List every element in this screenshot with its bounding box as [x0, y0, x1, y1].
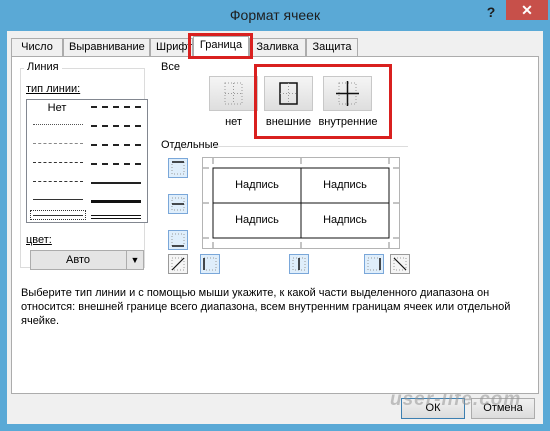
- line-style-double[interactable]: [91, 215, 141, 219]
- line-style-dash-dot[interactable]: [33, 181, 83, 182]
- dialog-body: Число Выравнивание Шрифт Граница Заливка…: [7, 31, 543, 424]
- line-style-dotted[interactable]: [33, 124, 83, 125]
- presets-group-title: Все: [158, 61, 183, 73]
- border-group-divider: [212, 146, 408, 147]
- line-style-thick[interactable]: [91, 200, 141, 203]
- preset-highlight-frame: [254, 64, 392, 139]
- tab-protection[interactable]: Защита: [306, 38, 358, 56]
- preset-none-label: нет: [225, 116, 242, 128]
- line-style-none[interactable]: Нет: [37, 102, 77, 114]
- dialog-window: Формат ячеек ? ✕ Число Выравнивание Шриф…: [0, 0, 550, 431]
- line-group-title: Линия: [24, 61, 62, 73]
- preview-grid: [203, 158, 399, 248]
- tab-font[interactable]: Шрифт: [150, 38, 193, 56]
- line-style-medium-dash-dot-dot[interactable]: [91, 106, 141, 108]
- border-panel: Линия тип линии: Нет цвет: Авто ▼ Все не…: [11, 56, 539, 394]
- color-value: Авто: [66, 254, 90, 266]
- border-preview[interactable]: Надпись Надпись Надпись Надпись: [202, 157, 400, 249]
- border-diagonal-down-button[interactable]: [390, 254, 410, 274]
- tab-number[interactable]: Число: [11, 38, 63, 56]
- line-style-medium-dash[interactable]: [91, 163, 141, 165]
- border-none-icon: [224, 82, 243, 105]
- line-style-fine-dash[interactable]: [33, 143, 83, 144]
- color-label: цвет:: [26, 234, 52, 246]
- border-bottom-button[interactable]: [168, 230, 188, 250]
- chevron-down-icon: ▼: [126, 251, 143, 269]
- line-style-medium-dash-dot[interactable]: [91, 144, 141, 146]
- border-left-icon: [203, 257, 217, 271]
- preview-cell-text: Надпись: [235, 179, 279, 191]
- line-style-dash-dot-dot[interactable]: [33, 162, 83, 163]
- dialog-title: Формат ячеек: [229, 7, 321, 23]
- preview-cell-text: Надпись: [323, 214, 367, 226]
- line-style-medium[interactable]: [91, 182, 141, 184]
- border-top-icon: [171, 161, 185, 175]
- preview-cell-text: Надпись: [323, 179, 367, 191]
- hint-text: Выберите тип линии и с помощью мыши укаж…: [21, 287, 511, 327]
- preset-none-button[interactable]: [209, 76, 258, 111]
- preview-cell-text: Надпись: [235, 214, 279, 226]
- border-left-button[interactable]: [200, 254, 220, 274]
- line-style-thin[interactable]: [33, 199, 83, 200]
- line-style-hair: [33, 215, 83, 216]
- close-button[interactable]: ✕: [506, 0, 548, 20]
- color-select[interactable]: Авто ▼: [30, 250, 144, 270]
- border-middle-vertical-button[interactable]: [289, 254, 309, 274]
- tab-alignment[interactable]: Выравнивание: [63, 38, 150, 56]
- line-style-list[interactable]: Нет: [26, 99, 148, 223]
- border-vertical-icon: [292, 257, 306, 271]
- border-diagonal-up-button[interactable]: [168, 254, 188, 274]
- help-button[interactable]: ?: [480, 2, 502, 22]
- border-middle-horizontal-button[interactable]: [168, 194, 188, 214]
- diagonal-up-icon: [171, 257, 185, 271]
- line-style-slanted-dash-dot[interactable]: [91, 125, 141, 127]
- title-bar[interactable]: Формат ячеек ? ✕: [0, 0, 550, 30]
- line-type-label: тип линии:: [26, 83, 81, 95]
- border-top-button[interactable]: [168, 158, 188, 178]
- border-right-button[interactable]: [364, 254, 384, 274]
- tab-highlight-frame: [188, 33, 253, 59]
- border-right-icon: [367, 257, 381, 271]
- border-horizontal-icon: [171, 197, 185, 211]
- border-group-title: Отдельные: [158, 139, 222, 151]
- diagonal-down-icon: [393, 257, 407, 271]
- tab-fill[interactable]: Заливка: [249, 38, 306, 56]
- border-bottom-icon: [171, 233, 185, 247]
